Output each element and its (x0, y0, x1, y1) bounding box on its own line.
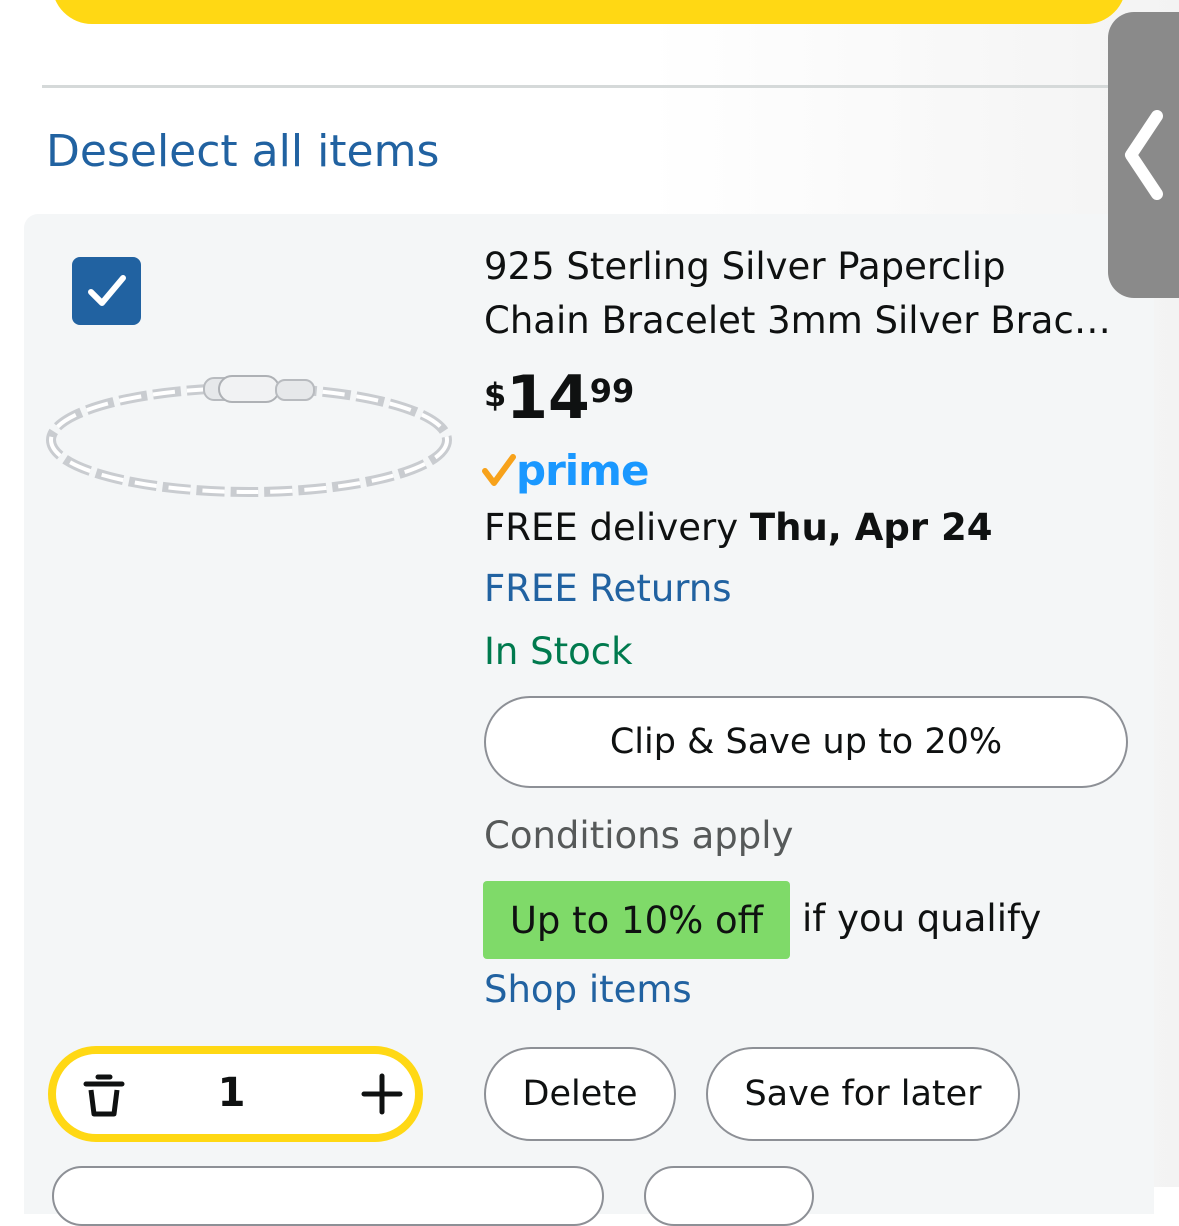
shop-items-link[interactable]: Shop items (484, 968, 692, 1011)
product-title[interactable]: 925 Sterling Silver Paperclip Chain Brac… (484, 240, 1124, 348)
conditions-apply-text[interactable]: Conditions apply (484, 814, 793, 857)
divider (42, 85, 1179, 88)
proceed-to-checkout-button[interactable] (52, 0, 1126, 24)
checkmark-icon (87, 275, 126, 306)
product-title-line1: 925 Sterling Silver Paperclip (484, 245, 1006, 288)
secondary-action-button-2[interactable] (644, 1166, 814, 1226)
save-for-later-label: Save for later (744, 1074, 982, 1114)
price-currency: $ (484, 376, 507, 414)
clip-coupon-label: Clip & Save up to 20% (609, 722, 1003, 762)
quantity-stepper[interactable]: 1 (48, 1046, 423, 1142)
delete-label: Delete (522, 1074, 638, 1114)
prime-badge: prime (482, 446, 649, 495)
delete-button[interactable]: Delete (484, 1047, 676, 1141)
product-image[interactable] (44, 370, 454, 514)
side-panel-toggle[interactable] (1108, 12, 1179, 298)
promo-badge: Up to 10% off (483, 881, 790, 959)
plus-icon[interactable] (356, 1068, 408, 1120)
deselect-all-link[interactable]: Deselect all items (46, 126, 439, 177)
price-fraction: 99 (589, 372, 635, 410)
prime-check-icon (482, 453, 516, 486)
price: $1499 (484, 368, 634, 428)
promo-qualify-text: if you qualify (802, 897, 1042, 940)
product-title-line2: Chain Bracelet 3mm Silver Brac… (484, 299, 1111, 342)
chevron-left-icon (1125, 110, 1163, 200)
item-select-checkbox[interactable] (72, 257, 141, 325)
secondary-action-button[interactable] (52, 1166, 604, 1226)
save-for-later-button[interactable]: Save for later (706, 1047, 1020, 1141)
clip-coupon-button[interactable]: Clip & Save up to 20% (484, 696, 1128, 788)
promo-badge-label: Up to 10% off (509, 898, 764, 942)
delivery-date: Thu, Apr 24 (749, 506, 993, 549)
stock-status: In Stock (484, 630, 633, 673)
prime-label: prime (516, 446, 649, 495)
free-returns-link[interactable]: FREE Returns (484, 567, 732, 610)
price-whole: 14 (506, 363, 590, 433)
delivery-info: FREE delivery Thu, Apr 24 (484, 506, 992, 549)
delivery-prefix: FREE delivery (484, 506, 750, 549)
